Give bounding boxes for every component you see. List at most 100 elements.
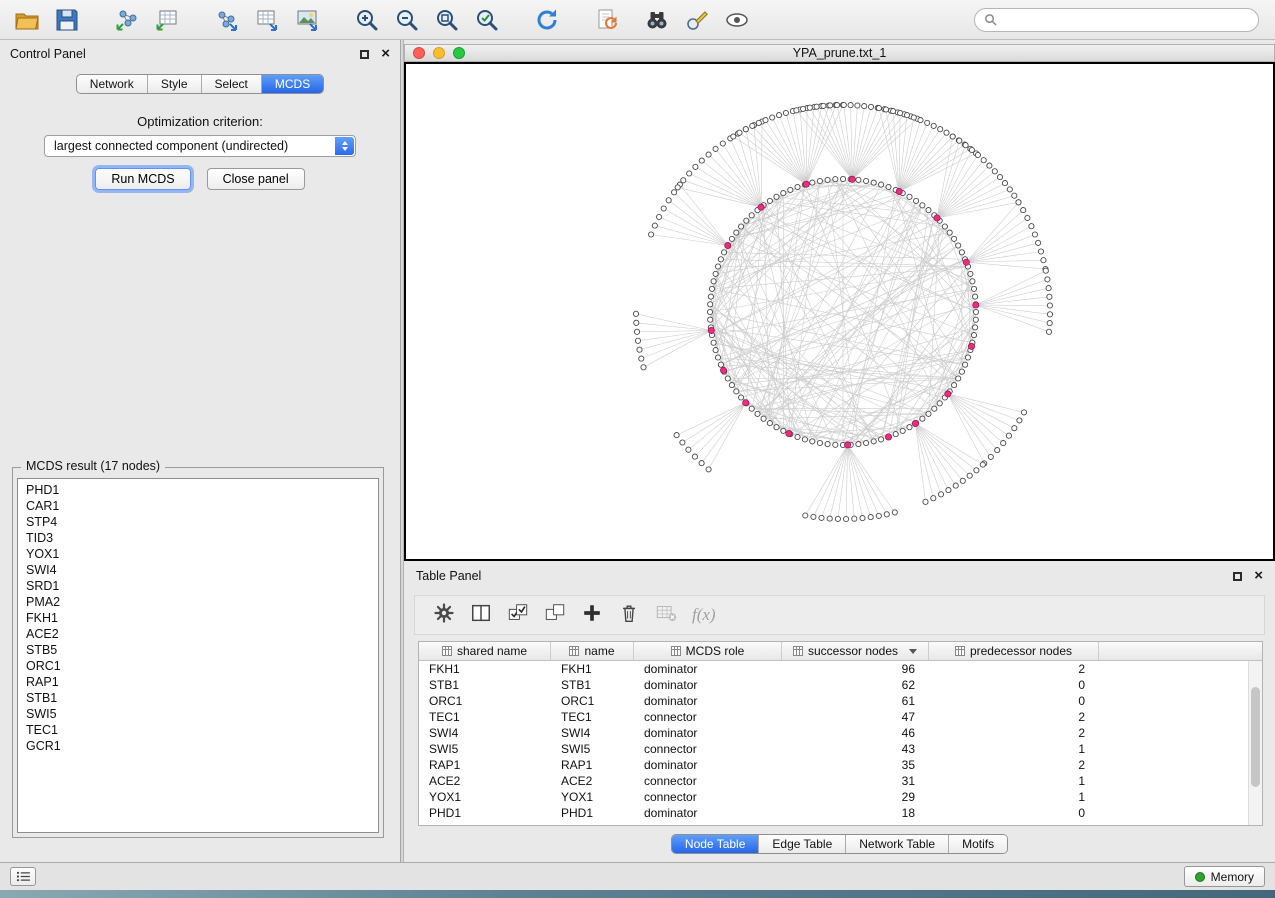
table-cell[interactable]: FKH1 [551,661,634,677]
table-cell[interactable]: 0 [929,677,1099,693]
table-cell[interactable]: RAP1 [551,757,634,773]
float-window-icon[interactable] [1233,572,1242,581]
deselect-all-icon[interactable] [544,602,566,629]
table-cell[interactable]: STB1 [419,677,551,693]
close-icon[interactable]: × [1254,571,1263,581]
table-cell[interactable]: 29 [782,789,929,805]
table-cell[interactable]: STB1 [551,677,634,693]
mcds-result-list[interactable]: PHD1CAR1STP4TID3YOX1SWI4SRD1PMA2FKH1ACE2… [17,478,379,833]
table-cell[interactable]: connector [634,789,782,805]
tab-network-table[interactable]: Network Table [846,835,949,853]
table-cell[interactable]: 61 [782,693,929,709]
delete-row-icon[interactable] [618,602,640,629]
export-image-icon[interactable] [290,4,324,36]
import-network-icon[interactable] [110,4,144,36]
table-cell[interactable]: SWI5 [551,741,634,757]
network-window-titlebar[interactable]: YPA_prune.txt_1 [404,44,1275,62]
table-cell[interactable]: 31 [782,773,929,789]
table-cell[interactable]: 1 [929,741,1099,757]
save-icon[interactable] [50,4,84,36]
column-header-predecessor-nodes[interactable]: predecessor nodes [929,642,1099,660]
table-cell[interactable]: dominator [634,677,782,693]
table-cell[interactable]: 47 [782,709,929,725]
table-cell[interactable]: 0 [929,693,1099,709]
zoom-in-icon[interactable] [350,4,384,36]
table-cell[interactable]: 2 [929,757,1099,773]
style-brush-icon[interactable] [680,4,714,36]
mcds-list-item[interactable]: STB5 [18,642,378,658]
tab-style[interactable]: Style [148,75,202,93]
table-cell[interactable]: connector [634,709,782,725]
open-folder-icon[interactable] [10,4,44,36]
export-network-icon[interactable] [210,4,244,36]
table-cell[interactable]: TEC1 [551,709,634,725]
zoom-traffic-icon[interactable] [453,47,465,59]
table-cell[interactable]: SWI4 [419,725,551,741]
table-cell[interactable]: connector [634,773,782,789]
tab-node-table[interactable]: Node Table [672,835,760,853]
mcds-list-item[interactable]: SWI4 [18,562,378,578]
mcds-list-item[interactable]: PHD1 [18,482,378,498]
network-canvas[interactable] [404,62,1275,561]
tab-network[interactable]: Network [77,75,148,93]
memory-button[interactable]: Memory [1184,866,1265,887]
column-layout-icon[interactable] [470,602,492,629]
close-icon[interactable]: × [381,49,390,59]
panel-menu-button[interactable] [10,867,36,886]
table-settings-gear-icon[interactable] [433,602,455,629]
table-cell[interactable]: ORC1 [419,693,551,709]
table-cell[interactable]: ORC1 [551,693,634,709]
column-header-successor-nodes[interactable]: successor nodes [782,642,929,660]
share-document-icon[interactable] [590,4,624,36]
table-row[interactable]: TEC1TEC1connector472 [419,709,1262,725]
mcds-list-item[interactable]: SRD1 [18,578,378,594]
table-cell[interactable]: dominator [634,805,782,821]
close-panel-button[interactable]: Close panel [207,168,305,190]
mcds-list-item[interactable]: PMA2 [18,594,378,610]
minimize-traffic-icon[interactable] [433,47,445,59]
scrollbar-thumb[interactable] [1251,687,1260,787]
table-cell[interactable]: 2 [929,661,1099,677]
column-header-mcds-role[interactable]: MCDS role [634,642,782,660]
zoom-selected-icon[interactable] [470,4,504,36]
table-cell[interactable]: RAP1 [419,757,551,773]
table-cell[interactable]: connector [634,741,782,757]
run-mcds-button[interactable]: Run MCDS [95,168,190,190]
mcds-list-item[interactable]: GCR1 [18,738,378,754]
column-header-name[interactable]: name [551,642,634,660]
mcds-list-item[interactable]: ORC1 [18,658,378,674]
table-row[interactable]: ORC1ORC1dominator610 [419,693,1262,709]
search-box[interactable] [974,8,1259,32]
tab-mcds[interactable]: MCDS [262,75,323,93]
table-cell[interactable]: 62 [782,677,929,693]
mcds-list-item[interactable]: STB1 [18,690,378,706]
add-row-icon[interactable] [581,602,603,629]
table-cell[interactable]: TEC1 [419,709,551,725]
table-row[interactable]: SWI4SWI4dominator462 [419,725,1262,741]
table-cell[interactable]: FKH1 [419,661,551,677]
column-header-shared-name[interactable]: shared name [419,642,551,660]
table-cell[interactable]: 1 [929,773,1099,789]
mcds-list-item[interactable]: TID3 [18,530,378,546]
mcds-list-item[interactable]: YOX1 [18,546,378,562]
import-table-icon[interactable] [150,4,184,36]
table-scrollbar[interactable] [1248,661,1262,825]
binoculars-icon[interactable] [640,4,674,36]
mcds-list-item[interactable]: ACE2 [18,626,378,642]
mcds-list-item[interactable]: FKH1 [18,610,378,626]
table-cell[interactable]: dominator [634,757,782,773]
mcds-list-item[interactable]: SWI5 [18,706,378,722]
mcds-list-item[interactable]: CAR1 [18,498,378,514]
table-cell[interactable]: 2 [929,709,1099,725]
table-row[interactable]: RAP1RAP1dominator352 [419,757,1262,773]
table-cell[interactable]: PHD1 [551,805,634,821]
tab-select[interactable]: Select [202,75,262,93]
table-cell[interactable]: 46 [782,725,929,741]
tab-motifs[interactable]: Motifs [949,835,1007,853]
table-cell[interactable]: SWI4 [551,725,634,741]
zoom-fit-icon[interactable] [430,4,464,36]
table-cell[interactable]: 35 [782,757,929,773]
table-row[interactable]: ACE2ACE2connector311 [419,773,1262,789]
search-input[interactable] [1003,13,1249,27]
table-cell[interactable]: dominator [634,725,782,741]
